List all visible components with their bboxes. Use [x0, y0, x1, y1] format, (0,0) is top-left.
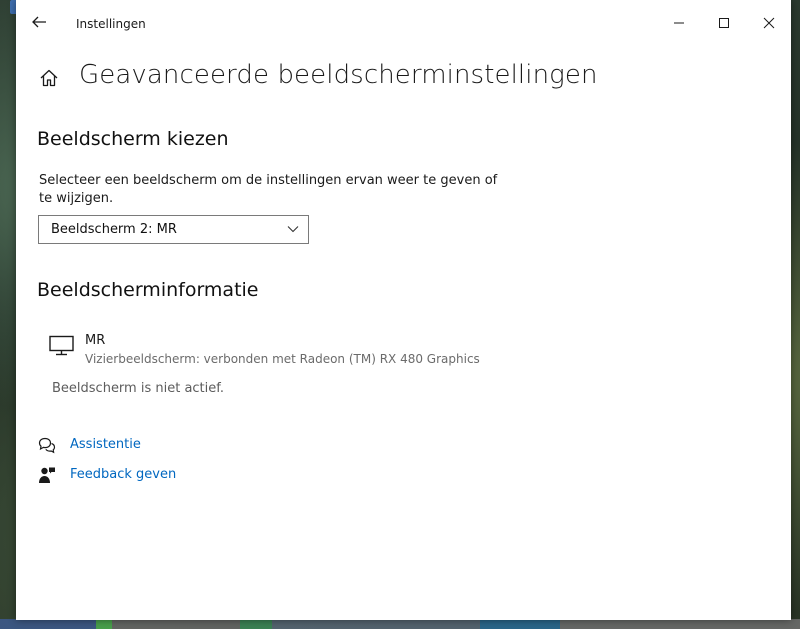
- home-icon[interactable]: [39, 68, 59, 88]
- title-bar: Instellingen: [16, 0, 791, 46]
- display-select-dropdown[interactable]: Beeldscherm 2: MR: [38, 215, 309, 244]
- back-arrow-icon: [32, 16, 46, 28]
- maximize-button[interactable]: [701, 9, 747, 37]
- minimize-button[interactable]: [656, 9, 702, 37]
- close-button[interactable]: [746, 9, 792, 37]
- feedback-link[interactable]: Feedback geven: [38, 466, 188, 486]
- monitor-icon: [49, 335, 74, 356]
- monitor-detail: Vizierbeeldscherm: verbonden met Radeon …: [85, 352, 480, 366]
- display-info-heading: Beeldscherminformatie: [37, 279, 259, 301]
- monitor-name: MR: [85, 333, 106, 348]
- minimize-icon: [674, 22, 684, 24]
- display-select-value: Beeldscherm 2: MR: [51, 222, 177, 237]
- feedback-link-label: Feedback geven: [70, 467, 177, 482]
- maximize-icon: [719, 18, 729, 28]
- settings-window: Instellingen Geavanceerde beeldschermins…: [16, 0, 791, 620]
- help-chat-icon: [38, 437, 56, 454]
- feedback-person-icon: [39, 467, 55, 483]
- display-status-text: Beeldscherm is niet actief.: [52, 381, 225, 396]
- page-title: Geavanceerde beeldscherminstellingen: [79, 60, 598, 90]
- desktop-icon-row: [0, 619, 800, 629]
- window-title: Instellingen: [76, 17, 146, 31]
- back-button[interactable]: [28, 10, 50, 34]
- help-link-label: Assistentie: [70, 437, 141, 452]
- help-link[interactable]: Assistentie: [38, 436, 158, 456]
- choose-display-heading: Beeldscherm kiezen: [37, 128, 229, 150]
- choose-display-description: Selecteer een beeldscherm om de instelli…: [39, 173, 498, 206]
- chevron-down-icon: [287, 226, 299, 233]
- close-icon: [763, 17, 775, 29]
